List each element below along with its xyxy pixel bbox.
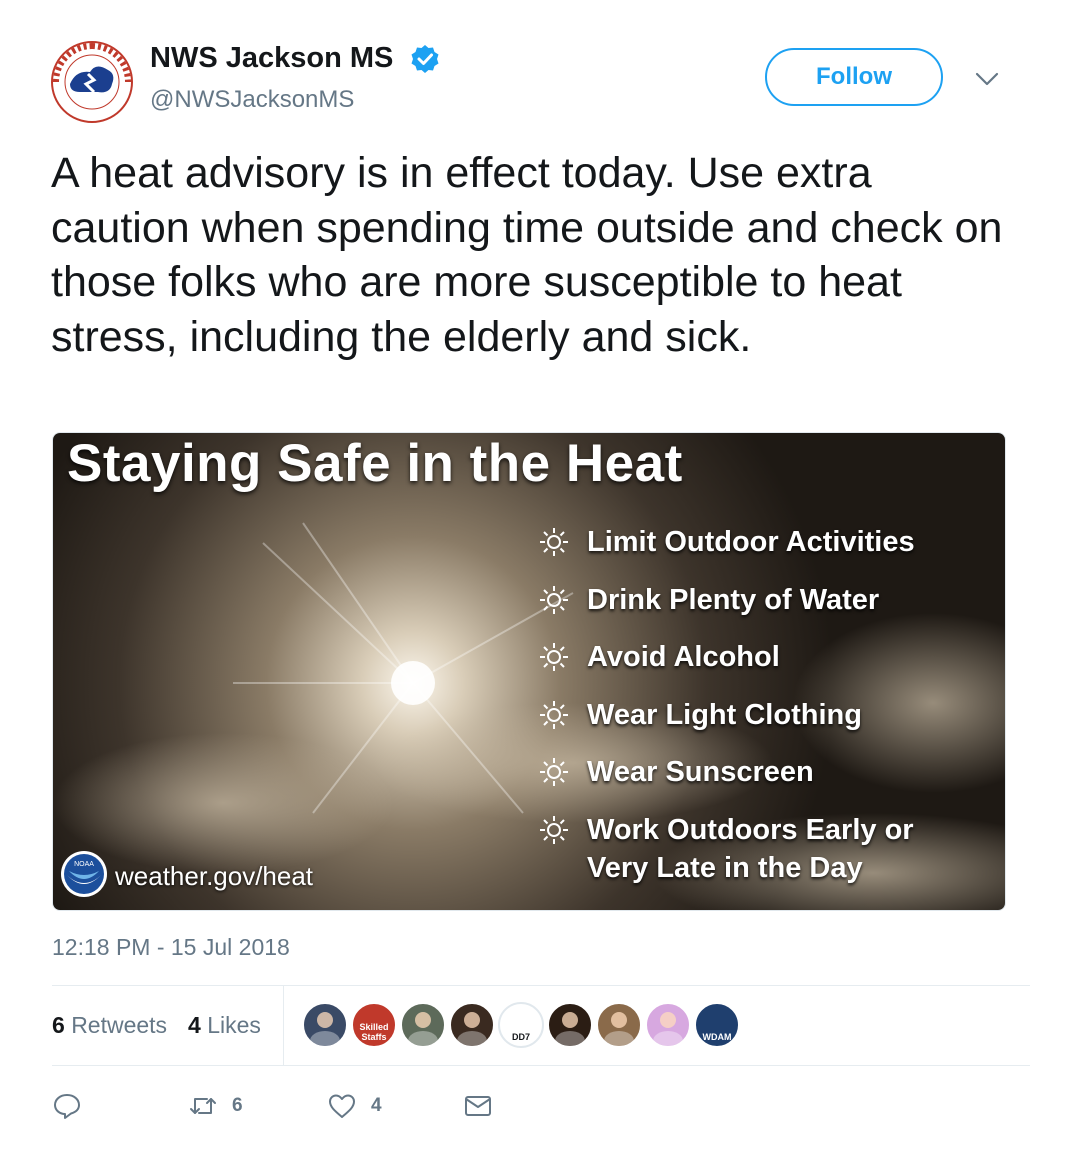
sun-icon: [540, 815, 568, 844]
noaa-logo-text: NOAA: [74, 861, 94, 868]
liker-label: DD7: [511, 1032, 530, 1042]
tip-item: Drink Plenty of Water: [539, 581, 999, 619]
heart-icon: [329, 1094, 355, 1118]
author-name[interactable]: NWS Jackson MS: [150, 42, 393, 75]
likes-count: 4: [188, 1012, 201, 1038]
author-handle[interactable]: @NWSJacksonMS: [150, 86, 354, 114]
stats-divider: [283, 986, 284, 1065]
tip-item: Avoid Alcohol: [539, 638, 999, 676]
sun-icon: [540, 700, 568, 729]
retweets-label: Retweets: [71, 1012, 168, 1038]
follow-button[interactable]: Follow: [765, 48, 943, 106]
tip-text: Drink Plenty of Water: [587, 583, 880, 616]
retweets-stat[interactable]: 6 Retweets: [52, 1012, 167, 1039]
direct-message-button[interactable]: [463, 1090, 493, 1122]
retweet-button[interactable]: 6: [188, 1090, 243, 1122]
image-title: Staying Safe in the Heat: [67, 434, 683, 493]
retweets-count: 6: [52, 1012, 65, 1038]
like-count: 4: [371, 1095, 382, 1116]
tip-item: Wear Light Clothing: [539, 696, 999, 734]
tip-text-line2: Very Late in the Day: [587, 851, 863, 884]
tip-item: Wear Sunscreen: [539, 753, 999, 791]
tweet-image[interactable]: Staying Safe in the Heat Limit Outdoor A…: [52, 432, 1006, 911]
chevron-down-icon[interactable]: [972, 64, 1002, 94]
divider: [52, 985, 1030, 986]
sun-icon: [540, 528, 568, 556]
reply-button[interactable]: [52, 1090, 82, 1122]
liker-avatar-5-icon[interactable]: DD7: [498, 1002, 544, 1048]
liker-avatar-8-icon[interactable]: [645, 1002, 691, 1048]
sun-icon: [540, 758, 568, 786]
tweet-timestamp[interactable]: 12:18 PM - 15 Jul 2018: [52, 934, 290, 961]
tip-text: Avoid Alcohol: [587, 641, 780, 673]
tip-item: Work Outdoors Early or Very Late in the …: [539, 811, 999, 887]
liker-avatar-9-icon[interactable]: WDAM: [694, 1002, 740, 1048]
tip-text: Wear Sunscreen: [587, 756, 814, 788]
divider: [52, 1065, 1030, 1066]
liker-avatar-3-icon[interactable]: [400, 1002, 446, 1048]
tip-item: Limit Outdoor Activities: [539, 523, 999, 561]
liker-label: WDAM: [702, 1032, 732, 1042]
nws-logo-icon[interactable]: [50, 40, 134, 124]
liker-avatar-6-icon[interactable]: [547, 1002, 593, 1048]
retweet-icon: [190, 1098, 216, 1114]
retweet-count: 6: [232, 1095, 243, 1116]
likes-stat[interactable]: 4 Likes: [188, 1012, 261, 1039]
tips-list: Limit Outdoor Activities Drink Plenty of…: [539, 523, 999, 906]
tweet: NWS Jackson MS @NWSJacksonMS Follow A he…: [0, 0, 1066, 1162]
liker-avatar-7-icon[interactable]: [596, 1002, 642, 1048]
tip-text: Wear Light Clothing: [587, 698, 862, 731]
image-site-url: weather.gov/heat: [115, 861, 314, 891]
tip-text: Limit Outdoor Activities: [587, 526, 915, 558]
liker-avatar-2-icon[interactable]: Skilled Staffs: [351, 1002, 397, 1048]
liker-avatar-1-icon[interactable]: [302, 1002, 348, 1048]
liker-label: Skilled Staffs: [359, 1022, 389, 1042]
sun-icon: [540, 643, 568, 671]
envelope-icon: [465, 1096, 491, 1116]
sun-icon: [540, 585, 568, 614]
like-button[interactable]: 4: [327, 1090, 382, 1122]
likes-label: Likes: [207, 1012, 261, 1038]
tweet-text: A heat advisory is in effect today. Use …: [51, 149, 1003, 361]
liker-avatar-4-icon[interactable]: [449, 1002, 495, 1048]
verified-badge-icon: [411, 45, 439, 73]
noaa-logo-icon: NOAA: [61, 851, 107, 897]
reply-icon: [54, 1094, 80, 1119]
tip-text: Work Outdoors Early or: [587, 813, 914, 846]
